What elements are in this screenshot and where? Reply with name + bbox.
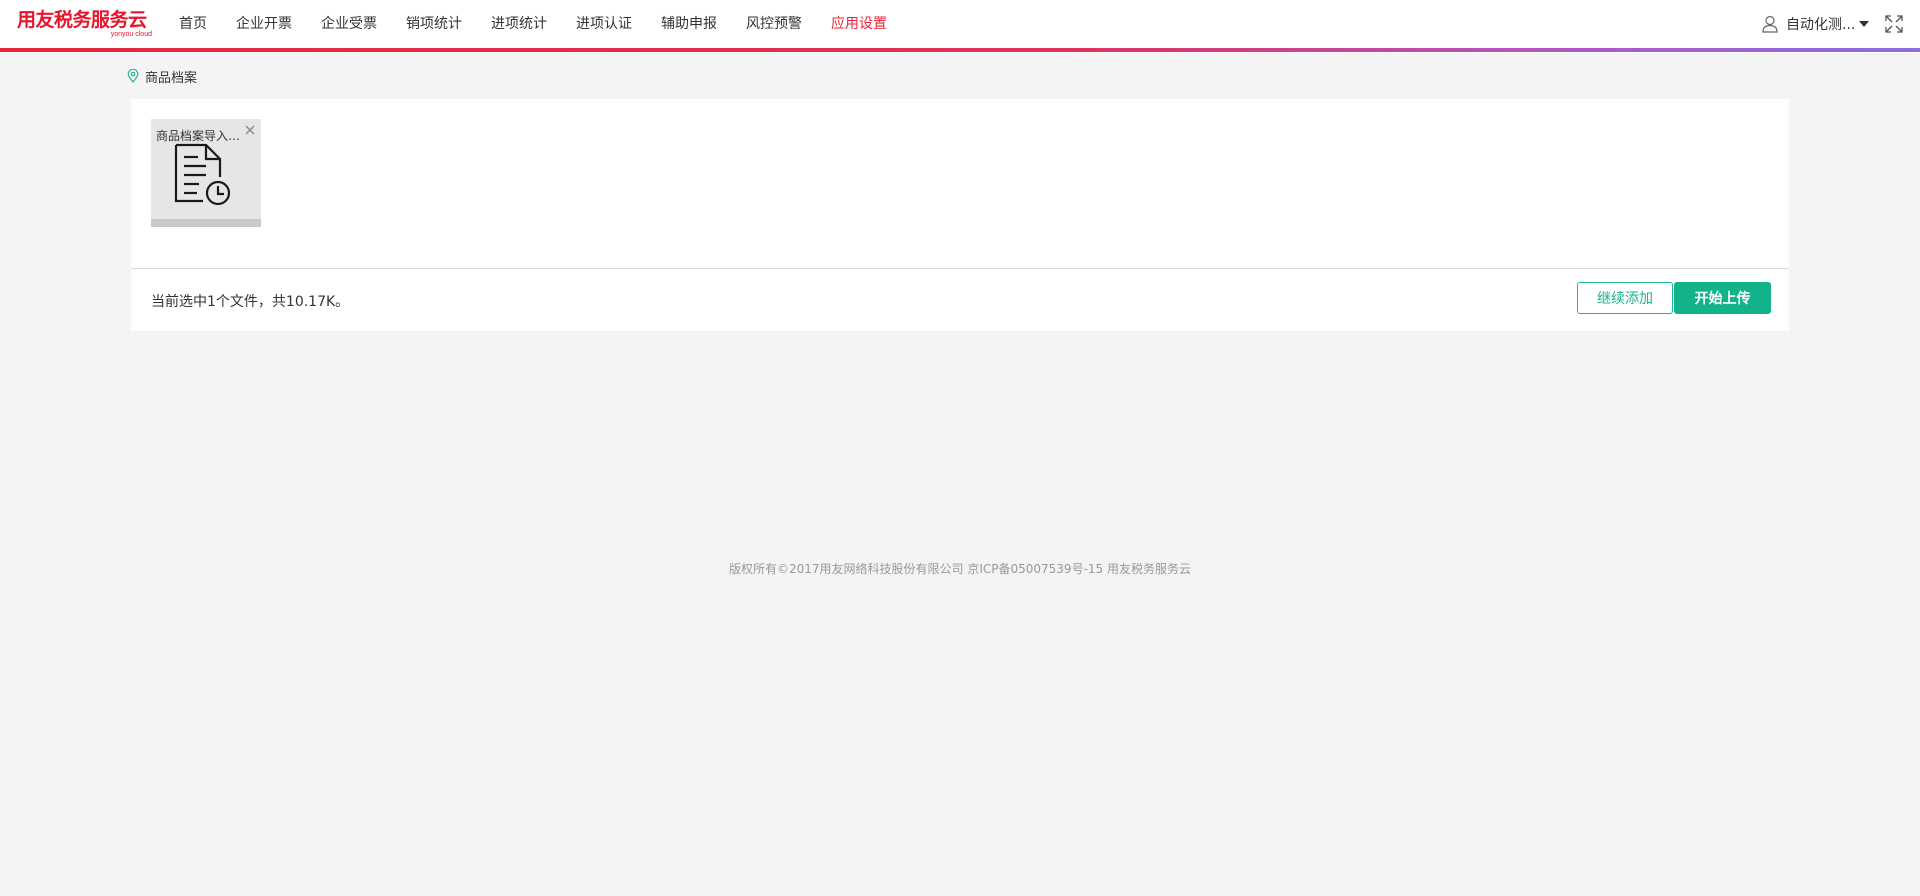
breadcrumb-current: 商品档案	[145, 70, 198, 86]
top-header: 用友税务服务云 yonyou cloud 首页 企业开票 企业受票 销项统计 进…	[0, 0, 1920, 53]
file-progress-bar	[151, 219, 261, 227]
upload-panel: 商品档案导入模板.xlsx 当前选	[131, 99, 1789, 331]
file-name: 商品档案导入模板.xlsx	[156, 129, 251, 143]
main-nav: 首页 企业开票 企业受票 销项统计 进项统计 进项认证 辅助申报 风控预警 应用…	[179, 0, 916, 48]
close-icon[interactable]	[243, 123, 257, 137]
user-name: 自动化测...	[1786, 17, 1856, 33]
user-menu[interactable]: 自动化测...	[1762, 14, 1870, 34]
nav-item-app-settings[interactable]: 应用设置	[831, 0, 887, 48]
breadcrumb: 商品档案	[127, 67, 198, 86]
nav-item-home[interactable]: 首页	[179, 0, 207, 48]
nav-item-enterprise-invoicing[interactable]: 企业开票	[236, 0, 292, 48]
nav-item-risk-alerts[interactable]: 风控预警	[746, 0, 802, 48]
upload-file-list[interactable]: 商品档案导入模板.xlsx	[131, 99, 1789, 269]
chevron-down-icon	[1859, 21, 1870, 27]
file-thumbnail[interactable]: 商品档案导入模板.xlsx	[151, 119, 261, 227]
header-accent-bar	[0, 48, 1920, 52]
footer-copyright: 版权所有©2017用友网络科技股份有限公司 京ICP备05007539号-15 …	[728, 562, 1191, 576]
nav-item-input-stats[interactable]: 进项统计	[491, 0, 547, 48]
logo-subtext: yonyou cloud	[110, 31, 152, 38]
fullscreen-icon[interactable]	[1884, 14, 1904, 34]
logo-text: 用友税务服务云	[17, 9, 147, 31]
start-upload-button[interactable]: 开始上传	[1674, 282, 1771, 314]
brand-logo[interactable]: 用友税务服务云 yonyou cloud	[17, 9, 152, 41]
location-pin-icon	[127, 69, 139, 83]
document-pending-icon	[174, 143, 231, 205]
nav-item-enterprise-receiving[interactable]: 企业受票	[321, 0, 377, 48]
continue-add-button[interactable]: 继续添加	[1577, 282, 1673, 314]
nav-item-input-certification[interactable]: 进项认证	[576, 0, 632, 48]
nav-item-assisted-filing[interactable]: 辅助申报	[661, 0, 717, 48]
upload-status-text: 当前选中1个文件，共10.17K。	[151, 294, 350, 310]
nav-item-output-stats[interactable]: 销项统计	[406, 0, 462, 48]
user-icon	[1762, 15, 1778, 33]
